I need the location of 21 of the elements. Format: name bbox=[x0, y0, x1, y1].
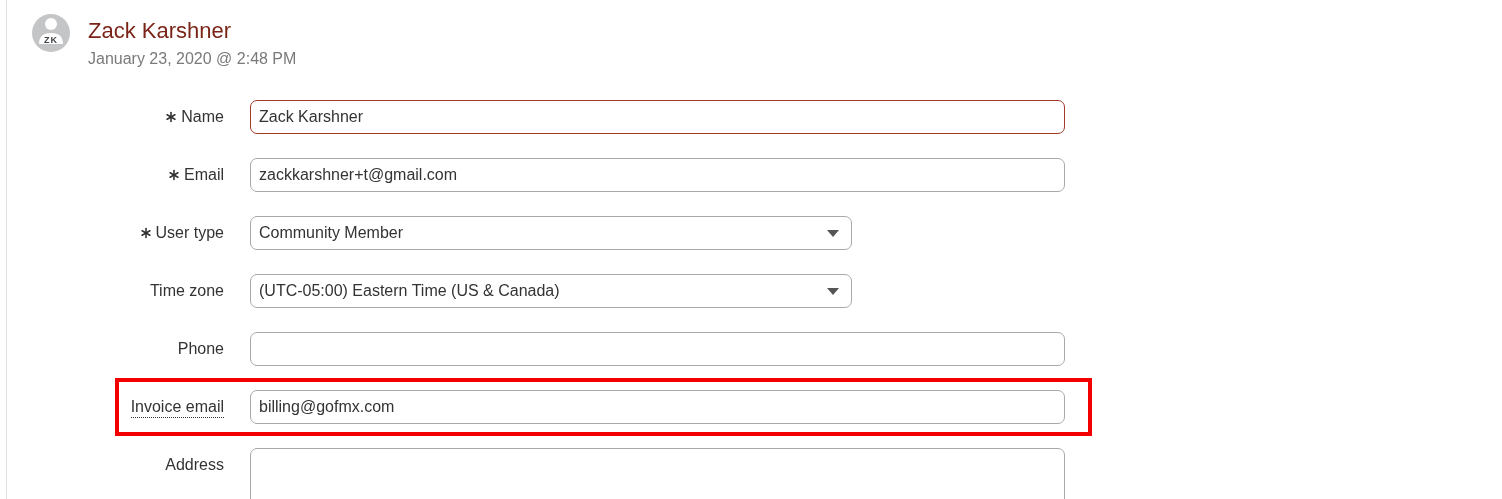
field-label: Phone bbox=[177, 339, 224, 359]
field-label: Address bbox=[165, 455, 224, 475]
dropdown-value: (UTC-05:00) Eastern Time (US & Canada) bbox=[259, 281, 560, 301]
dropdown[interactable]: Community Member bbox=[250, 216, 852, 250]
avatar-initials: ZK bbox=[43, 35, 59, 45]
dropdown[interactable]: (UTC-05:00) Eastern Time (US & Canada) bbox=[250, 274, 852, 308]
field-label: Invoice email bbox=[130, 396, 224, 418]
field-label: User type bbox=[155, 223, 224, 243]
input-field[interactable]: Zack Karshner bbox=[250, 100, 1065, 134]
avatar-icon bbox=[32, 14, 70, 52]
caret-icon bbox=[827, 287, 839, 295]
field-label: Email bbox=[184, 165, 224, 185]
timestamp: January 23, 2020 @ 2:48 PM bbox=[88, 49, 297, 69]
input-field[interactable]: billing@gofmx.com bbox=[250, 390, 1065, 424]
field-label: Time zone bbox=[149, 281, 224, 301]
input-field[interactable] bbox=[250, 332, 1065, 366]
dropdown-value: Community Member bbox=[259, 223, 404, 243]
caret-icon bbox=[827, 229, 839, 237]
input-field[interactable]: zackkarshner+t@gmail.com bbox=[250, 158, 1065, 192]
field-label: Name bbox=[181, 107, 224, 127]
user-name: Zack Karshner bbox=[88, 17, 233, 45]
